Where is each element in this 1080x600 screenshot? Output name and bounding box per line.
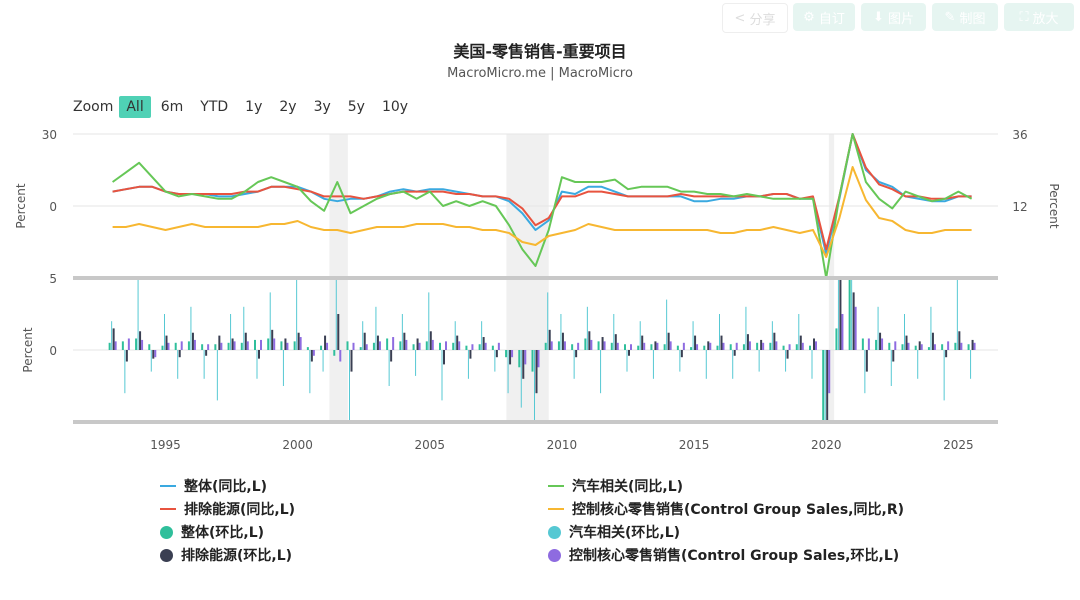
legend-item[interactable]: 控制核心零售销售(Control Group Sales,同比,R) xyxy=(548,499,904,519)
x-tick-label: 2025 xyxy=(943,438,974,450)
x-tick-label: 2010 xyxy=(547,438,578,450)
legend-swatch xyxy=(548,485,564,487)
legend-swatch xyxy=(160,525,173,539)
legend-item[interactable]: 整体(同比,L) xyxy=(160,476,267,496)
x-tick-label: 2005 xyxy=(415,438,446,450)
legend-swatch xyxy=(160,548,173,562)
y-tick-label: 0 xyxy=(49,200,57,214)
right-y-tick-label: 36 xyxy=(1012,128,1027,142)
legend-item[interactable]: 排除能源(同比,L) xyxy=(160,499,295,519)
legend-label: 控制核心零售销售(Control Group Sales,同比,R) xyxy=(572,502,904,518)
y-axis-label: Percent xyxy=(14,183,28,228)
legend-item[interactable]: 整体(环比,L) xyxy=(160,522,264,542)
legend-item[interactable]: 控制核心零售销售(Control Group Sales,环比,L) xyxy=(548,545,899,565)
legend-label: 整体(同比,L) xyxy=(184,479,268,495)
legend-label: 排除能源(同比,L) xyxy=(184,502,296,518)
y-axis-label: Percent xyxy=(21,327,35,372)
legend-label: 排除能源(环比,L) xyxy=(181,548,293,564)
y-tick-label: 0 xyxy=(49,344,57,358)
legend-label: 控制核心零售销售(Control Group Sales,环比,L) xyxy=(569,548,900,564)
legend-swatch xyxy=(548,548,561,562)
legend-swatch xyxy=(548,508,564,510)
right-y-axis-label: Percent xyxy=(1047,183,1061,228)
x-tick-label: 2020 xyxy=(811,438,842,450)
legend-label: 汽车相关(同比,L) xyxy=(572,479,684,495)
legend-item[interactable]: 汽车相关(环比,L) xyxy=(548,522,680,542)
y-tick-label: 5 xyxy=(49,272,57,286)
legend-item[interactable]: 汽车相关(同比,L) xyxy=(548,476,683,496)
legend-swatch xyxy=(160,485,176,487)
right-y-tick-label: 12 xyxy=(1012,200,1027,214)
x-tick-label: 1995 xyxy=(150,438,181,450)
legend-item[interactable]: 排除能源(环比,L) xyxy=(160,545,292,565)
legend-label: 整体(环比,L) xyxy=(181,525,265,541)
legend-swatch xyxy=(160,508,176,510)
legend-swatch xyxy=(548,525,561,539)
x-tick-label: 2000 xyxy=(282,438,313,450)
legend-label: 汽车相关(环比,L) xyxy=(569,525,681,541)
y-tick-label: 30 xyxy=(42,128,57,142)
x-tick-label: 2015 xyxy=(679,438,710,450)
chart-area: 30 0 Percent 36 12 Percent 5 0 Percent 1995 2000 20… xyxy=(14,128,1061,450)
